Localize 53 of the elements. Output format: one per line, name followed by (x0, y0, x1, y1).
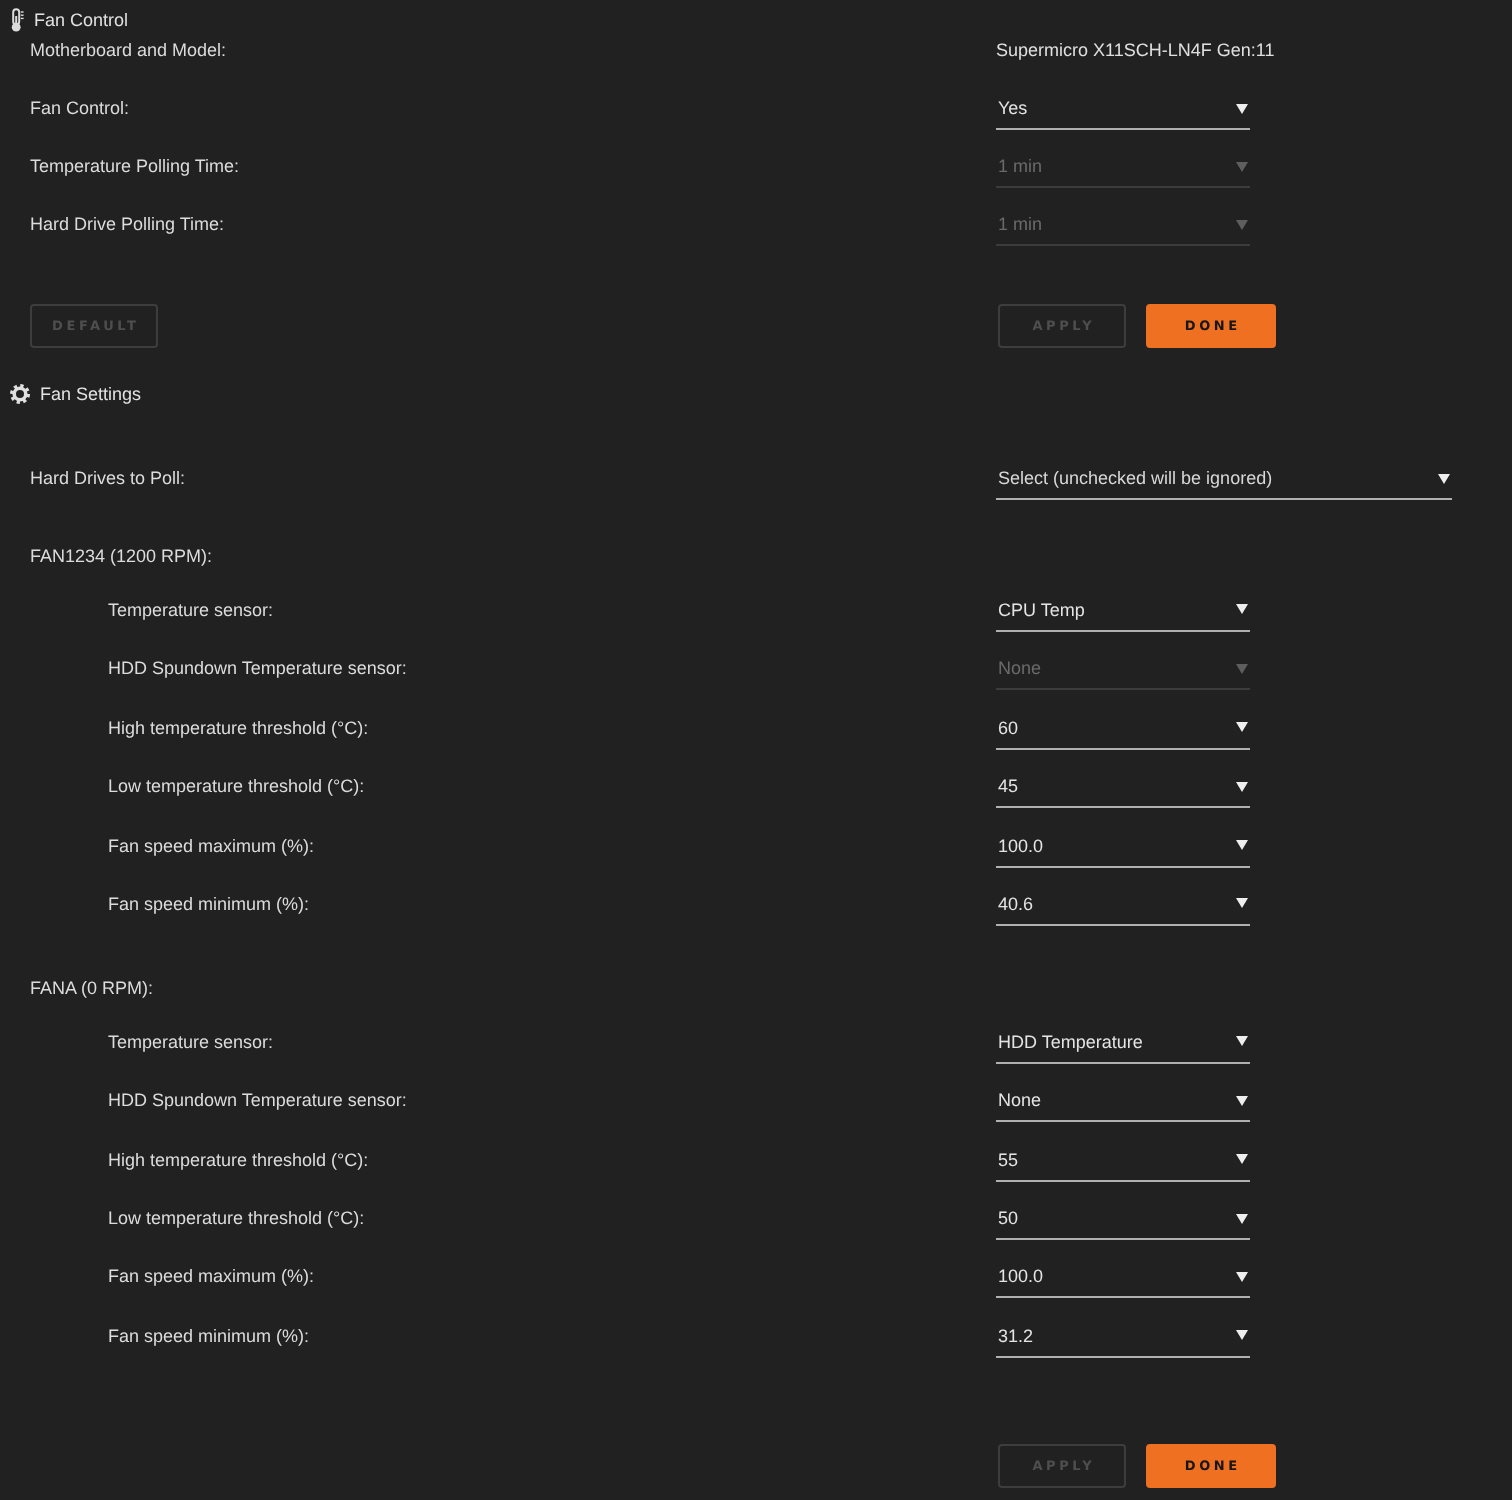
dropdown-field[interactable]: Yes (996, 94, 1250, 130)
dropdown-field[interactable]: None (996, 1086, 1250, 1123)
setting-label: Fan Control: (30, 96, 130, 122)
caret-icon (1236, 722, 1248, 733)
setting-label: Fan speed minimum (%): (108, 891, 310, 918)
gear-icon (10, 384, 30, 404)
fan-name: FAN1234 (1200 RPM): (30, 543, 213, 570)
setting-label: Motherboard and Model: (30, 38, 227, 64)
dropdown-field[interactable]: 55 (996, 1145, 1250, 1182)
caret-icon (1236, 1154, 1248, 1165)
setting-label: HDD Spundown Temperature sensor: (108, 656, 407, 683)
dropdown-field[interactable]: 60 (996, 713, 1250, 750)
setting-label: Hard Drives to Poll: (30, 466, 186, 492)
caret-icon (1236, 604, 1248, 615)
fan-name: FANA (0 RPM): (30, 975, 154, 1002)
dropdown-field[interactable]: CPU Temp (996, 595, 1250, 632)
dropdown-field[interactable]: 100.0 (996, 831, 1250, 868)
setting-label: Temperature Polling Time: (30, 154, 240, 180)
setting-label: Hard Drive Polling Time: (30, 212, 225, 238)
caret-icon (1236, 219, 1248, 229)
setting-label: Fan speed maximum (%): (108, 833, 315, 860)
caret-icon (1236, 1271, 1248, 1282)
caret-icon (1236, 103, 1248, 113)
dropdown-field[interactable]: 40.6 (996, 889, 1250, 926)
setting-label: Low temperature threshold (°C): (108, 1206, 365, 1233)
dropdown-field[interactable]: 50 (996, 1204, 1250, 1241)
setting-label: Temperature sensor: (108, 1029, 274, 1056)
thermometer-icon (10, 8, 24, 32)
setting-label: Fan speed minimum (%): (108, 1323, 310, 1350)
caret-icon (1236, 663, 1248, 674)
setting-label: HDD Spundown Temperature sensor: (108, 1088, 407, 1115)
caret-icon (1236, 898, 1248, 909)
caret-icon (1236, 1036, 1248, 1047)
setting-value: Supermicro X11SCH-LN4F Gen:11 (996, 38, 1275, 64)
caret-icon (1236, 1213, 1248, 1224)
caret-icon (1236, 781, 1248, 792)
caret-icon (1438, 473, 1450, 483)
dropdown-field[interactable]: 45 (996, 772, 1250, 809)
caret-icon (1236, 840, 1248, 851)
setting-label: High temperature threshold (°C): (108, 715, 369, 742)
dropdown-field[interactable]: 100.0 (996, 1262, 1250, 1299)
setting-label: High temperature threshold (°C): (108, 1147, 369, 1174)
dropdown-field[interactable]: 31.2 (996, 1321, 1250, 1358)
caret-icon (1236, 1095, 1248, 1106)
setting-label: Fan speed maximum (%): (108, 1264, 315, 1291)
section-title: Fan Settings (40, 384, 142, 404)
dropdown-field[interactable]: HDD Temperature (996, 1027, 1250, 1064)
caret-icon (1236, 161, 1248, 171)
setting-label: Low temperature threshold (°C): (108, 774, 365, 801)
caret-icon (1236, 1330, 1248, 1341)
setting-label: Temperature sensor: (108, 597, 274, 624)
multi-select-field[interactable]: Select (unchecked will be ignored) (996, 464, 1452, 500)
section-title: Fan Control (34, 10, 129, 30)
